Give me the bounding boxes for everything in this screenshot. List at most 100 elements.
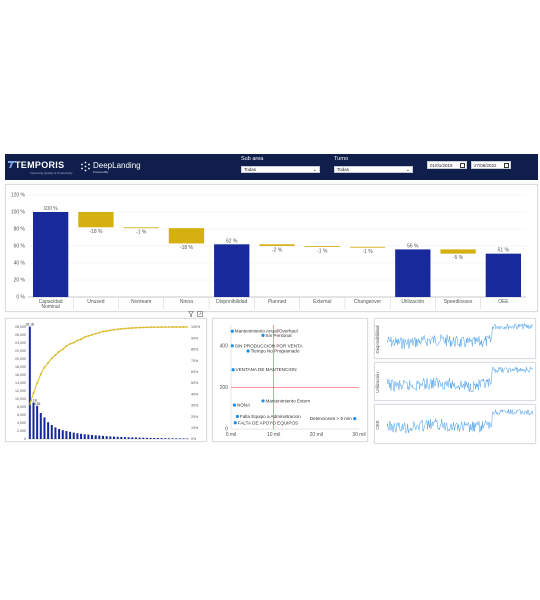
category-label: External (313, 299, 331, 305)
y-tick-label: 28,000 (15, 325, 26, 329)
category-label: Planned (268, 299, 287, 305)
trend-panel-disponibilidad: Disponibilidad (374, 318, 536, 359)
scatter-point (231, 368, 235, 372)
category-label: Changeover (354, 299, 382, 305)
brand-tagline: Improving Quality & Productivity (30, 171, 73, 175)
pareto-bar (83, 434, 86, 439)
x-tick-label: 20 mil (310, 432, 323, 438)
waterfall-bar (259, 244, 295, 246)
trend-line (386, 408, 534, 434)
turno-dropdown[interactable]: Todas ⌄ (334, 166, 413, 173)
bar-data-label: -1 % (317, 248, 328, 254)
trend-chart-disponibilidad: Disponibilidad (375, 322, 534, 354)
pareto-bar (186, 438, 189, 439)
scatter-point (261, 333, 265, 337)
pareto-bar (112, 436, 115, 439)
bar-data-label: 28.1B (26, 323, 34, 327)
date-to-input[interactable]: 27/06/2022 (471, 161, 511, 169)
pareto-bar (65, 431, 68, 439)
bar-data-label: 56 % (407, 243, 419, 249)
waterfall-bar (395, 249, 431, 297)
y-tick-label: 80 % (14, 227, 26, 233)
y2-tick-label: 40% (191, 392, 199, 396)
waterfall-bar (440, 249, 476, 254)
y-tick-label: 20 % (14, 278, 26, 284)
pareto-bar (32, 402, 35, 439)
point-label: NONA (237, 403, 251, 408)
y-tick-label: 12,000 (15, 389, 26, 393)
waterfall-bar (168, 228, 205, 244)
pareto-bar (156, 438, 159, 439)
subarea-value: Todas (244, 167, 257, 172)
y-tick-label: 4,000 (17, 421, 26, 425)
y-tick-label: 400 (220, 343, 229, 349)
scatter-panel: 0 200 400 0 mil 10 mil 20 mil 30 mil Mantenimie… (212, 318, 368, 442)
pareto-bar (142, 437, 145, 439)
y-tick-label: 0 % (16, 295, 25, 301)
bar-data-label: -1 % (362, 249, 373, 255)
subarea-label: Sub area (241, 156, 264, 162)
y2-tick-label: 10% (191, 426, 199, 430)
scatter-point (230, 344, 234, 348)
waterfall-bar (123, 227, 159, 229)
scatter-point (246, 349, 250, 353)
powered-by: PoweredBy (93, 170, 109, 174)
category-label: Nonteam (131, 299, 151, 305)
y-tick-label: 24,000 (15, 341, 26, 345)
category-label: Ninna (180, 299, 193, 305)
waterfall-bar (32, 212, 69, 297)
calendar-icon[interactable] (504, 163, 509, 168)
date-from-input[interactable]: 01/01/2019 (427, 161, 467, 169)
y-tick-label: 40 % (14, 261, 26, 267)
y-tick-label: 2,000 (17, 429, 26, 433)
chevron-down-icon: ⌄ (405, 167, 410, 173)
y2-tick-label: 30% (191, 404, 199, 408)
filter-icon[interactable] (188, 311, 194, 317)
bar-data-label: 51 % (498, 248, 510, 254)
subarea-dropdown[interactable]: Todas ⌄ (241, 166, 320, 173)
waterfall-chart: 0 %20 %40 %60 %80 %100 %120 %100 %Capaci… (11, 193, 526, 310)
y2-tick-label: 80% (191, 348, 199, 352)
y-tick-label: 18,000 (15, 365, 26, 369)
pareto-bar (36, 405, 39, 439)
bar-data-label: -18 % (180, 245, 194, 251)
chevron-down-icon: ⌄ (312, 167, 317, 173)
y2-tick-label: 50% (191, 381, 199, 385)
pareto-bar (116, 436, 119, 439)
y-tick-label: 6,000 (17, 413, 26, 417)
focus-mode-icon[interactable] (197, 311, 203, 317)
trend-label: Utilización (375, 372, 380, 393)
trend-panel-oee: OEE (374, 404, 536, 444)
category-label: Utilización (401, 299, 424, 305)
pareto-bar (61, 430, 64, 439)
turno-label: Turno (334, 156, 349, 162)
pareto-bar (28, 326, 31, 439)
y-tick-label: 20,000 (15, 357, 26, 361)
pareto-bar (182, 438, 185, 439)
y-tick-label: 100 % (11, 210, 26, 216)
pareto-bar (178, 438, 181, 439)
scatter-point (261, 399, 265, 403)
y-tick-label: 0 (24, 437, 26, 441)
y-tick-label: 14,000 (15, 381, 26, 385)
waterfall-bar (485, 253, 522, 297)
trend-line (386, 322, 534, 349)
bar-data-label: -5 % (453, 255, 464, 261)
bar-data-label: -18 % (89, 229, 103, 235)
waterfall-bar (304, 246, 340, 247)
pareto-bar (105, 436, 108, 439)
calendar-icon[interactable] (460, 163, 465, 168)
waterfall-bar (78, 212, 114, 228)
pareto-bar (149, 437, 152, 439)
bar-data-label: 8.3B (34, 402, 41, 406)
pareto-bar (167, 438, 170, 439)
scatter-chart: 02004000 mil 10 mil 20 mil 30 milMantenimie… (220, 325, 366, 438)
trend-label: OEE (375, 420, 380, 430)
point-label: Detenciones > 5 min (310, 416, 352, 421)
y-tick-label: 26,000 (15, 333, 26, 337)
pareto-bar (175, 438, 178, 439)
pareto-bar (54, 427, 57, 439)
pareto-bar (98, 435, 101, 439)
category-label: OEE (498, 299, 509, 305)
point-label: Falta Equipo a Administracion (240, 414, 301, 419)
